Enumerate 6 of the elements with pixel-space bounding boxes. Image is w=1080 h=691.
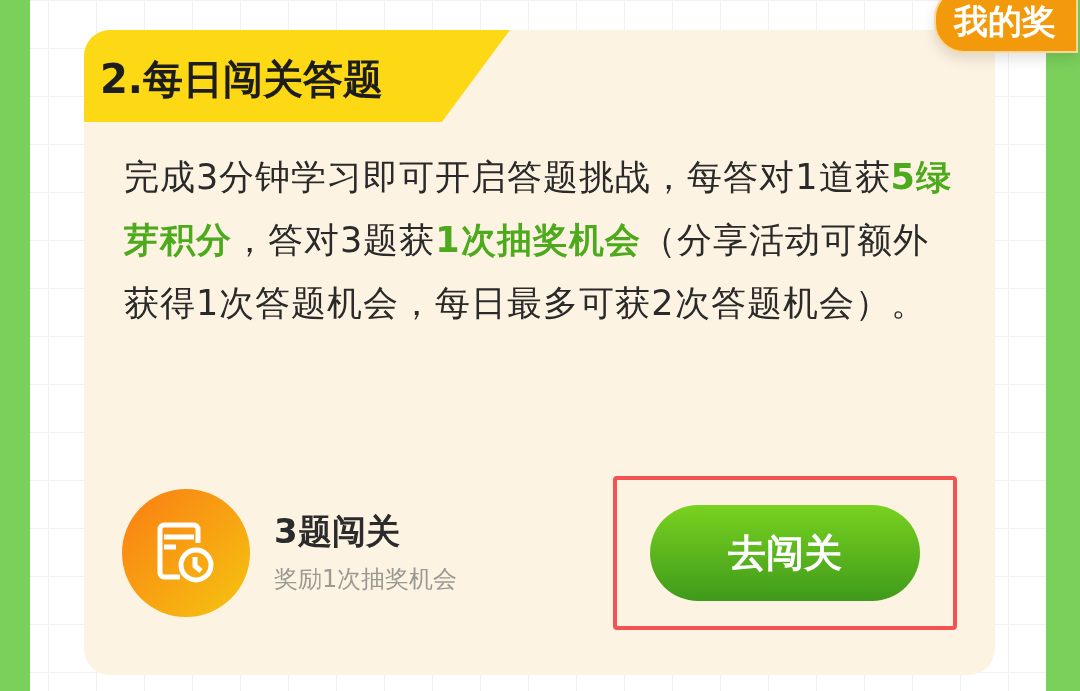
task-subtitle: 奖励1次抽奖机会	[274, 564, 458, 595]
description-text: 完成3分钟学习即可开启答题挑战，每答对1道获5绿芽积分，答对3题获1次抽奖机会（分享活动可额外获得1次答题机会，每日最多可获2次答题机会）。	[124, 156, 953, 325]
go-button[interactable]: 去闯关	[650, 505, 920, 601]
task-title: 3题闯关	[274, 510, 401, 553]
prize-badge[interactable]: 我的奖	[934, 0, 1078, 53]
section-title: 2.每日闯关答题	[84, 30, 510, 122]
